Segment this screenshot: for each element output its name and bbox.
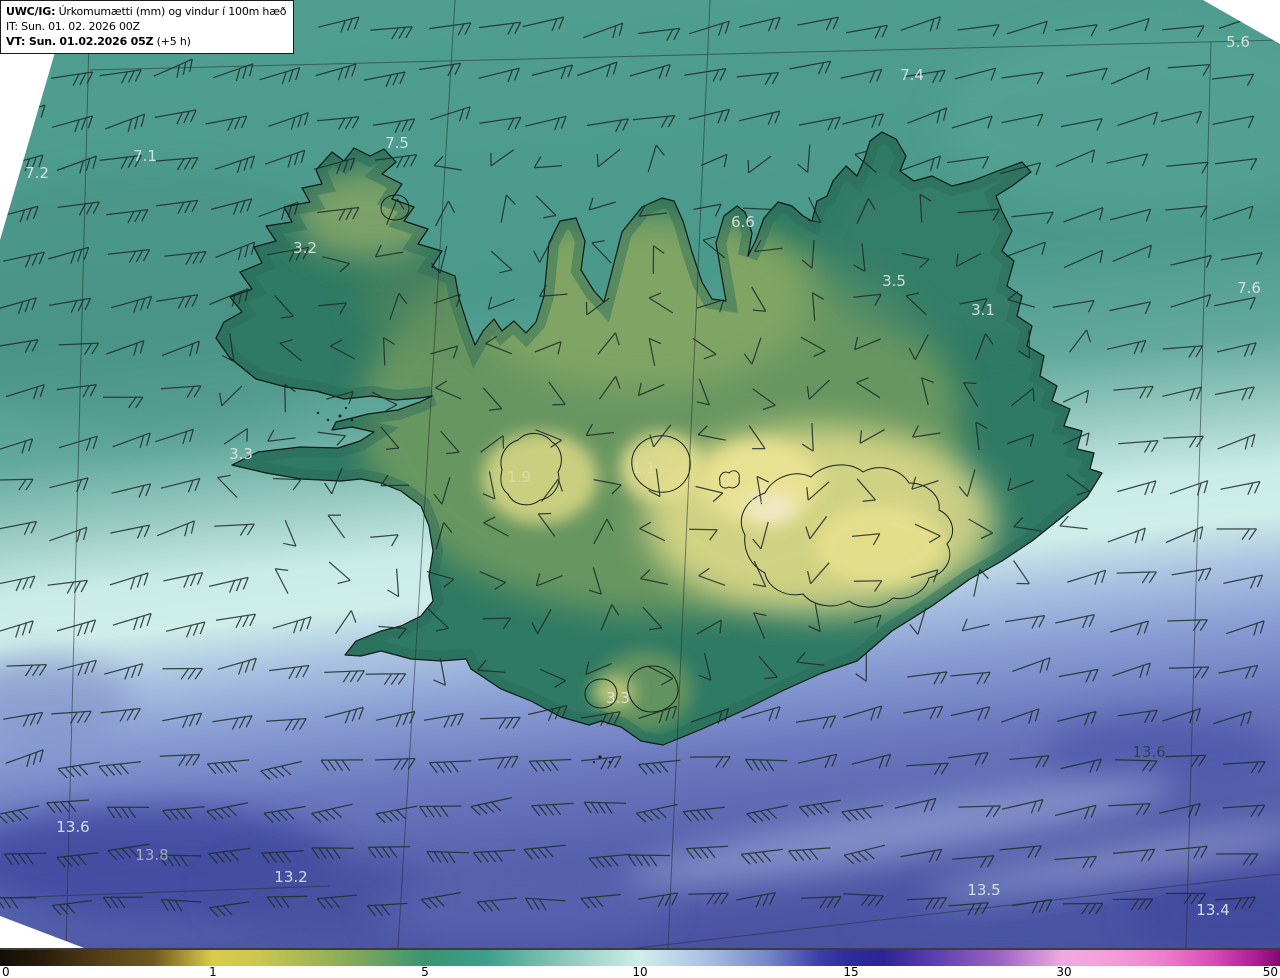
contour-label-7.4: 7.4	[900, 66, 924, 84]
contour-label-13.4: 13.4	[1196, 901, 1229, 919]
map-canvas: 7.2 7.1 7.5 7.4 5.6 6.6 3.2 3.5 3.1 7.6 3.3 1.9 1.1 0…	[0, 0, 1280, 953]
colorbar-tick-10: 10	[632, 965, 648, 978]
contour-label-6.6: 6.6	[731, 213, 755, 231]
colorbar-tick-labels: 0 1 5 10 15 30 50	[0, 965, 1280, 978]
contour-label-13.5: 13.5	[967, 881, 1000, 899]
colorbar-tick-5: 5	[421, 965, 429, 978]
contour-label-3.1: 3.1	[971, 301, 995, 319]
contour-label-1.9: 1.9	[507, 468, 531, 486]
colorbar-gradient	[0, 950, 1280, 966]
contour-label-1.1: 1.1	[632, 459, 656, 477]
contour-label-7.6: 7.6	[1237, 279, 1261, 297]
product-desc: Úrkomumætti (mm) og vindur í 100m hæð	[55, 5, 287, 18]
precip-colorbar: 0 1 5 10 15 30 50	[0, 948, 1280, 978]
title-box: UWC/IG: Úrkomumætti (mm) og vindur í 100…	[0, 0, 295, 54]
contour-label-7.2: 7.2	[25, 164, 49, 182]
title-line-valid-time: VT: Sun. 01.02.2026 05Z (+5 h)	[6, 34, 286, 49]
contour-label-3.2: 3.2	[293, 239, 317, 257]
contour-label-13.8: 13.8	[135, 846, 168, 864]
colorbar-tick-15: 15	[843, 965, 859, 978]
weather-map-product: 7.2 7.1 7.5 7.4 5.6 6.6 3.2 3.5 3.1 7.6 3.3 1.9 1.1 0…	[0, 0, 1280, 978]
title-line-product: UWC/IG: Úrkomumætti (mm) og vindur í 100…	[6, 4, 287, 19]
valid-time-offset: (+5 h)	[153, 35, 191, 48]
colorbar-tick-30: 30	[1056, 965, 1072, 978]
colorbar-tick-0: 0	[2, 965, 10, 978]
contour-label-7.5: 7.5	[385, 134, 409, 152]
contour-label-0.9: 0.9	[750, 489, 774, 507]
contour-label-13.2: 13.2	[274, 868, 307, 886]
valid-time: VT: Sun. 01.02.2026 05Z	[6, 35, 154, 48]
contour-label-5.6: 5.6	[1226, 33, 1250, 51]
product-id: UWC/IG:	[6, 5, 56, 18]
title-line-init-time: IT: Sun. 01. 02. 2026 00Z	[6, 20, 140, 33]
contour-label-3.3: 3.3	[606, 689, 630, 707]
contour-label-13.6: 13.6	[56, 818, 89, 836]
contour-label-3.5: 3.5	[882, 272, 906, 290]
iceland-precipitation-wind-map: 7.2 7.1 7.5 7.4 5.6 6.6 3.2 3.5 3.1 7.6 3.3 1.9 1.1 0…	[0, 0, 1280, 953]
contour-label-7.1: 7.1	[133, 147, 157, 165]
colorbar-tick-50: 50	[1262, 965, 1278, 978]
contour-label-3.3: 3.3	[229, 445, 253, 463]
contour-label-13.6: 13.6	[1132, 743, 1165, 761]
colorbar-tick-1: 1	[209, 965, 217, 978]
